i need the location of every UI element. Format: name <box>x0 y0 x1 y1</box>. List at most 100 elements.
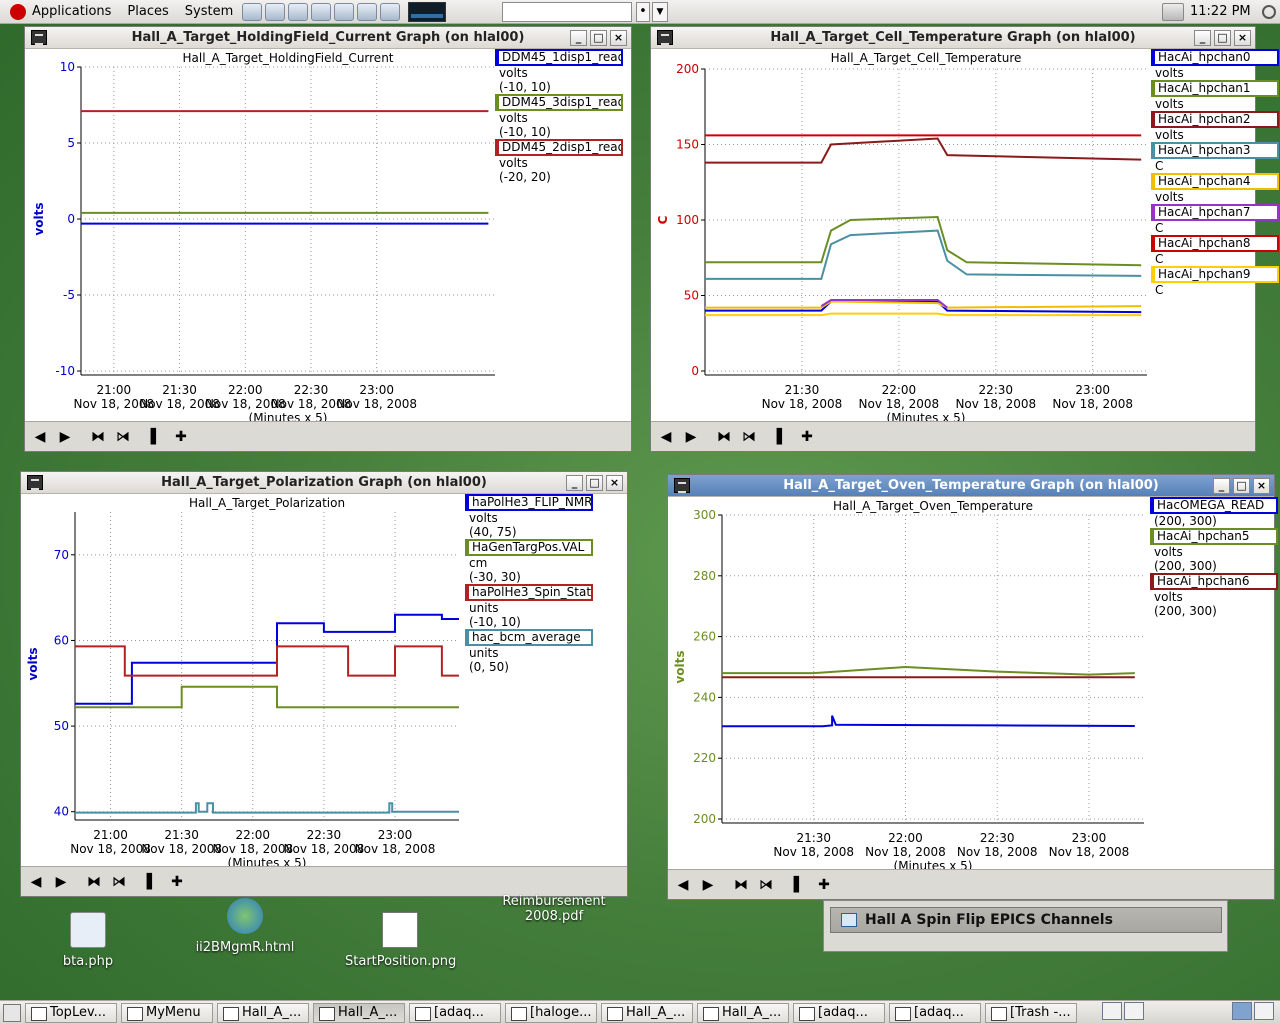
legend-entry[interactable]: HaGenTargPos.VAL <box>465 539 593 556</box>
scroll-left-icon[interactable]: ◀ <box>29 427 51 447</box>
close-button[interactable]: × <box>606 475 623 491</box>
task-mymenu[interactable]: MyMenu <box>121 1002 213 1023</box>
legend-entry[interactable]: DDM45_1disp1_read <box>495 49 623 66</box>
zoom-out-icon[interactable]: ⧓ <box>730 875 752 895</box>
task-toplevel[interactable]: TopLev... <box>25 1002 117 1023</box>
terminal-launcher-icon[interactable] <box>242 2 263 21</box>
dot-button[interactable]: • <box>636 2 650 22</box>
end-icon[interactable]: ▌ <box>145 427 167 447</box>
pencil-launcher-icon[interactable] <box>380 2 401 21</box>
workspace-3[interactable] <box>1232 1002 1252 1020</box>
scroll-right-icon[interactable]: ▶ <box>54 427 76 447</box>
desktop-icon-html[interactable]: ii2BMgmR.html <box>190 898 300 955</box>
window-menu-icon[interactable] <box>27 475 43 490</box>
epics-channels-button[interactable]: Hall A Spin Flip EPICS Channels <box>830 907 1222 933</box>
window-titlebar[interactable]: Hall_A_Target_Oven_Temperature Graph (on… <box>668 475 1274 497</box>
task-adaq-2[interactable]: [adaq... <box>793 1002 885 1023</box>
end-icon[interactable]: ▌ <box>141 872 163 892</box>
maximize-button[interactable]: □ <box>1233 478 1250 494</box>
legend-entry[interactable]: haPolHe3_FLIP_NMR_Pol <box>465 494 593 511</box>
workspace-4[interactable] <box>1254 1002 1274 1020</box>
browser-launcher-icon[interactable] <box>265 2 286 21</box>
scroll-right-icon[interactable]: ▶ <box>50 872 72 892</box>
window-menu-icon[interactable] <box>657 30 673 45</box>
end-icon[interactable]: ▌ <box>788 875 810 895</box>
task-hall-a-4[interactable]: Hall_A_... <box>697 1002 789 1023</box>
scroll-left-icon[interactable]: ◀ <box>672 875 694 895</box>
window-menu-icon[interactable] <box>674 478 690 493</box>
scroll-right-icon[interactable]: ▶ <box>697 875 719 895</box>
editor-launcher-icon[interactable] <box>311 2 332 21</box>
close-button[interactable]: × <box>610 30 627 46</box>
add-icon[interactable]: ✚ <box>170 427 192 447</box>
show-desktop-icon[interactable] <box>3 1003 21 1022</box>
command-input[interactable] <box>502 2 632 22</box>
add-icon[interactable]: ✚ <box>813 875 835 895</box>
desktop-icon-startposition[interactable]: StartPosition.png <box>345 912 456 969</box>
legend-entry[interactable]: HacAi_hpchan6 <box>1150 573 1278 590</box>
zoom-in-icon[interactable]: ⧒ <box>108 872 130 892</box>
legend-entry[interactable]: HacAi_hpchan8 <box>1151 235 1279 252</box>
task-trash[interactable]: [Trash -... <box>985 1002 1077 1023</box>
system-menu[interactable]: System <box>179 4 239 19</box>
legend-entry[interactable]: DDM45_3disp1_read <box>495 94 623 111</box>
paint-launcher-icon[interactable] <box>357 2 378 21</box>
legend-entry[interactable]: HacAi_hpchan7 <box>1151 204 1279 221</box>
minimize-button[interactable]: _ <box>570 30 587 46</box>
printer-icon[interactable] <box>1162 3 1184 21</box>
task-adaq-1[interactable]: [adaq... <box>409 1002 501 1023</box>
task-halogen[interactable]: [haloge... <box>505 1002 597 1023</box>
window-titlebar[interactable]: Hall_A_Target_Polarization Graph (on hla… <box>21 472 627 494</box>
window-menu-icon[interactable] <box>31 30 47 45</box>
end-icon[interactable]: ▌ <box>771 427 793 447</box>
maximize-button[interactable]: □ <box>586 475 603 491</box>
zoom-out-icon[interactable]: ⧓ <box>83 872 105 892</box>
legend-entry[interactable]: HacAi_hpchan4 <box>1151 173 1279 190</box>
zoom-out-icon[interactable]: ⧓ <box>713 427 735 447</box>
minimize-button[interactable]: _ <box>566 475 583 491</box>
legend-entry[interactable]: HacAi_hpchan9 <box>1151 266 1279 283</box>
task-adaq-3[interactable]: [adaq... <box>889 1002 981 1023</box>
legend-entry[interactable]: HacAi_hpchan3 <box>1151 142 1279 159</box>
legend-entry[interactable]: DDM45_2disp1_read <box>495 139 623 156</box>
minimize-button[interactable]: _ <box>1213 478 1230 494</box>
maximize-button[interactable]: □ <box>1214 30 1231 46</box>
chevron-down-icon[interactable]: ▼ <box>652 2 668 22</box>
zoom-out-icon[interactable]: ⧓ <box>87 427 109 447</box>
maximize-button[interactable]: □ <box>590 30 607 46</box>
zoom-in-icon[interactable]: ⧒ <box>112 427 134 447</box>
desktop-icon-reimbursement[interactable]: Reimbursement 2008.pdf <box>499 894 609 924</box>
legend-entry[interactable]: HacOMEGA_READ <box>1150 497 1278 514</box>
legend-entry[interactable]: HacAi_hpchan5 <box>1150 528 1278 545</box>
legend-entry[interactable]: hac_bcm_average <box>465 629 593 646</box>
mail-launcher-icon[interactable] <box>288 2 309 21</box>
workspace-2[interactable] <box>1124 1002 1144 1020</box>
system-monitor-icon[interactable] <box>408 1 447 22</box>
minimize-button[interactable]: _ <box>1194 30 1211 46</box>
legend-entry[interactable]: HacAi_hpchan0 <box>1151 49 1279 66</box>
workspace-1[interactable] <box>1102 1002 1122 1020</box>
legend-entry[interactable]: HacAi_hpchan1 <box>1151 80 1279 97</box>
close-button[interactable]: × <box>1253 478 1270 494</box>
scroll-left-icon[interactable]: ◀ <box>655 427 677 447</box>
notes-launcher-icon[interactable] <box>334 2 355 21</box>
window-titlebar[interactable]: Hall_A_Target_Cell_Temperature Graph (on… <box>651 27 1255 49</box>
legend-entry[interactable]: HacAi_hpchan2 <box>1151 111 1279 128</box>
zoom-in-icon[interactable]: ⧒ <box>755 875 777 895</box>
task-hall-a-2[interactable]: Hall_A_... <box>313 1002 405 1023</box>
window-titlebar[interactable]: Hall_A_Target_HoldingField_Current Graph… <box>25 27 631 49</box>
zoom-in-icon[interactable]: ⧒ <box>738 427 760 447</box>
task-hall-a-1[interactable]: Hall_A_... <box>217 1002 309 1023</box>
add-icon[interactable]: ✚ <box>796 427 818 447</box>
desktop-icon-bta[interactable]: bta.php <box>33 912 143 969</box>
close-button[interactable]: × <box>1234 30 1251 46</box>
power-icon[interactable] <box>1262 5 1276 19</box>
applications-menu[interactable]: Applications <box>4 3 117 20</box>
places-menu[interactable]: Places <box>121 4 174 19</box>
task-hall-a-3[interactable]: Hall_A_... <box>601 1002 693 1023</box>
add-icon[interactable]: ✚ <box>166 872 188 892</box>
legend-entry[interactable]: haPolHe3_Spin_State <box>465 584 593 601</box>
scroll-right-icon[interactable]: ▶ <box>680 427 702 447</box>
scroll-left-icon[interactable]: ◀ <box>25 872 47 892</box>
clock[interactable]: 11:22 PM <box>1190 4 1251 19</box>
